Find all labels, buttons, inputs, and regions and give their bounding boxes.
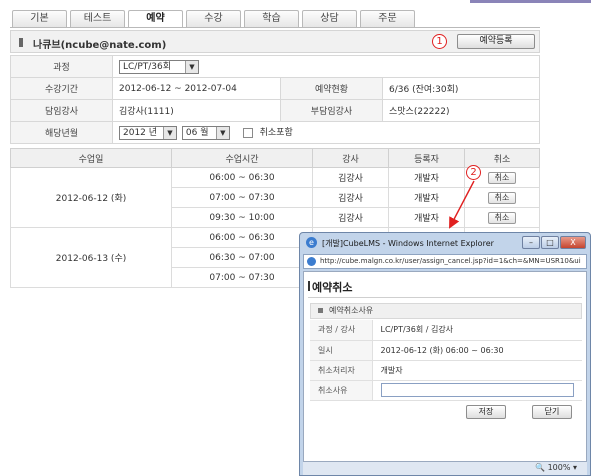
zoom-value: 100% (547, 463, 571, 472)
detail-value: 2012-06-12 (화) 06:00 ~ 06:30 (372, 340, 582, 361)
popup-titlebar: e [개발]CubeLMS - Windows Internet Explore… (300, 233, 590, 253)
table-row: 일시 2012-06-12 (화) 06:00 ~ 06:30 (310, 340, 582, 361)
reason-input[interactable] (380, 383, 574, 397)
title-bar-icon (308, 281, 310, 291)
chevron-down-icon: ▾ (572, 463, 577, 472)
table-row: 과정 / 강사 LC/PT/36회 / 김강사 (310, 320, 582, 341)
popup-body: 예약취소 예약취소사유 과정 / 강사 LC/PT/36회 / 김강사 일시 2… (303, 271, 587, 462)
detail-value: 개발자 (372, 360, 582, 381)
address-url: http://cube.malgn.co.kr/user/assign_canc… (320, 257, 581, 265)
ie-page-icon (307, 257, 316, 266)
detail-label: 과정 / 강사 (310, 320, 373, 341)
zoom-icon: 🔍 (535, 463, 546, 472)
reason-label: 취소사유 (310, 380, 373, 401)
table-row: 취소처리자 개발자 (310, 360, 582, 381)
popup-window-title: [개발]CubeLMS - Windows Internet Explorer (322, 239, 494, 248)
minimize-button[interactable]: – (522, 236, 540, 249)
section-header: 예약취소사유 (310, 303, 582, 319)
save-button[interactable]: 저장 (466, 405, 506, 419)
reason-cell (372, 380, 582, 401)
zoom-level[interactable]: 🔍 100% ▾ (535, 463, 577, 472)
status-bar: 🔍 100% ▾ (303, 462, 587, 475)
popup-title: 예약취소 (312, 281, 353, 294)
detail-label: 일시 (310, 340, 373, 361)
ie-logo-icon: e (306, 237, 317, 248)
close-window-button[interactable]: X (560, 236, 586, 249)
maximize-button[interactable]: □ (541, 236, 559, 249)
title-divider (308, 297, 582, 298)
address-bar[interactable]: http://cube.malgn.co.kr/user/assign_canc… (303, 254, 587, 269)
table-row: 취소사유 (310, 380, 582, 401)
close-button[interactable]: 닫기 (532, 405, 572, 419)
detail-label: 취소처리자 (310, 360, 373, 381)
detail-value: LC/PT/36회 / 김강사 (372, 320, 582, 341)
section-title: 예약취소사유 (329, 306, 374, 315)
cancel-detail-table: 과정 / 강사 LC/PT/36회 / 김강사 일시 2012-06-12 (화… (310, 320, 582, 401)
cancel-popup-window: e [개발]CubeLMS - Windows Internet Explore… (299, 232, 591, 476)
bullet-icon (318, 308, 323, 313)
